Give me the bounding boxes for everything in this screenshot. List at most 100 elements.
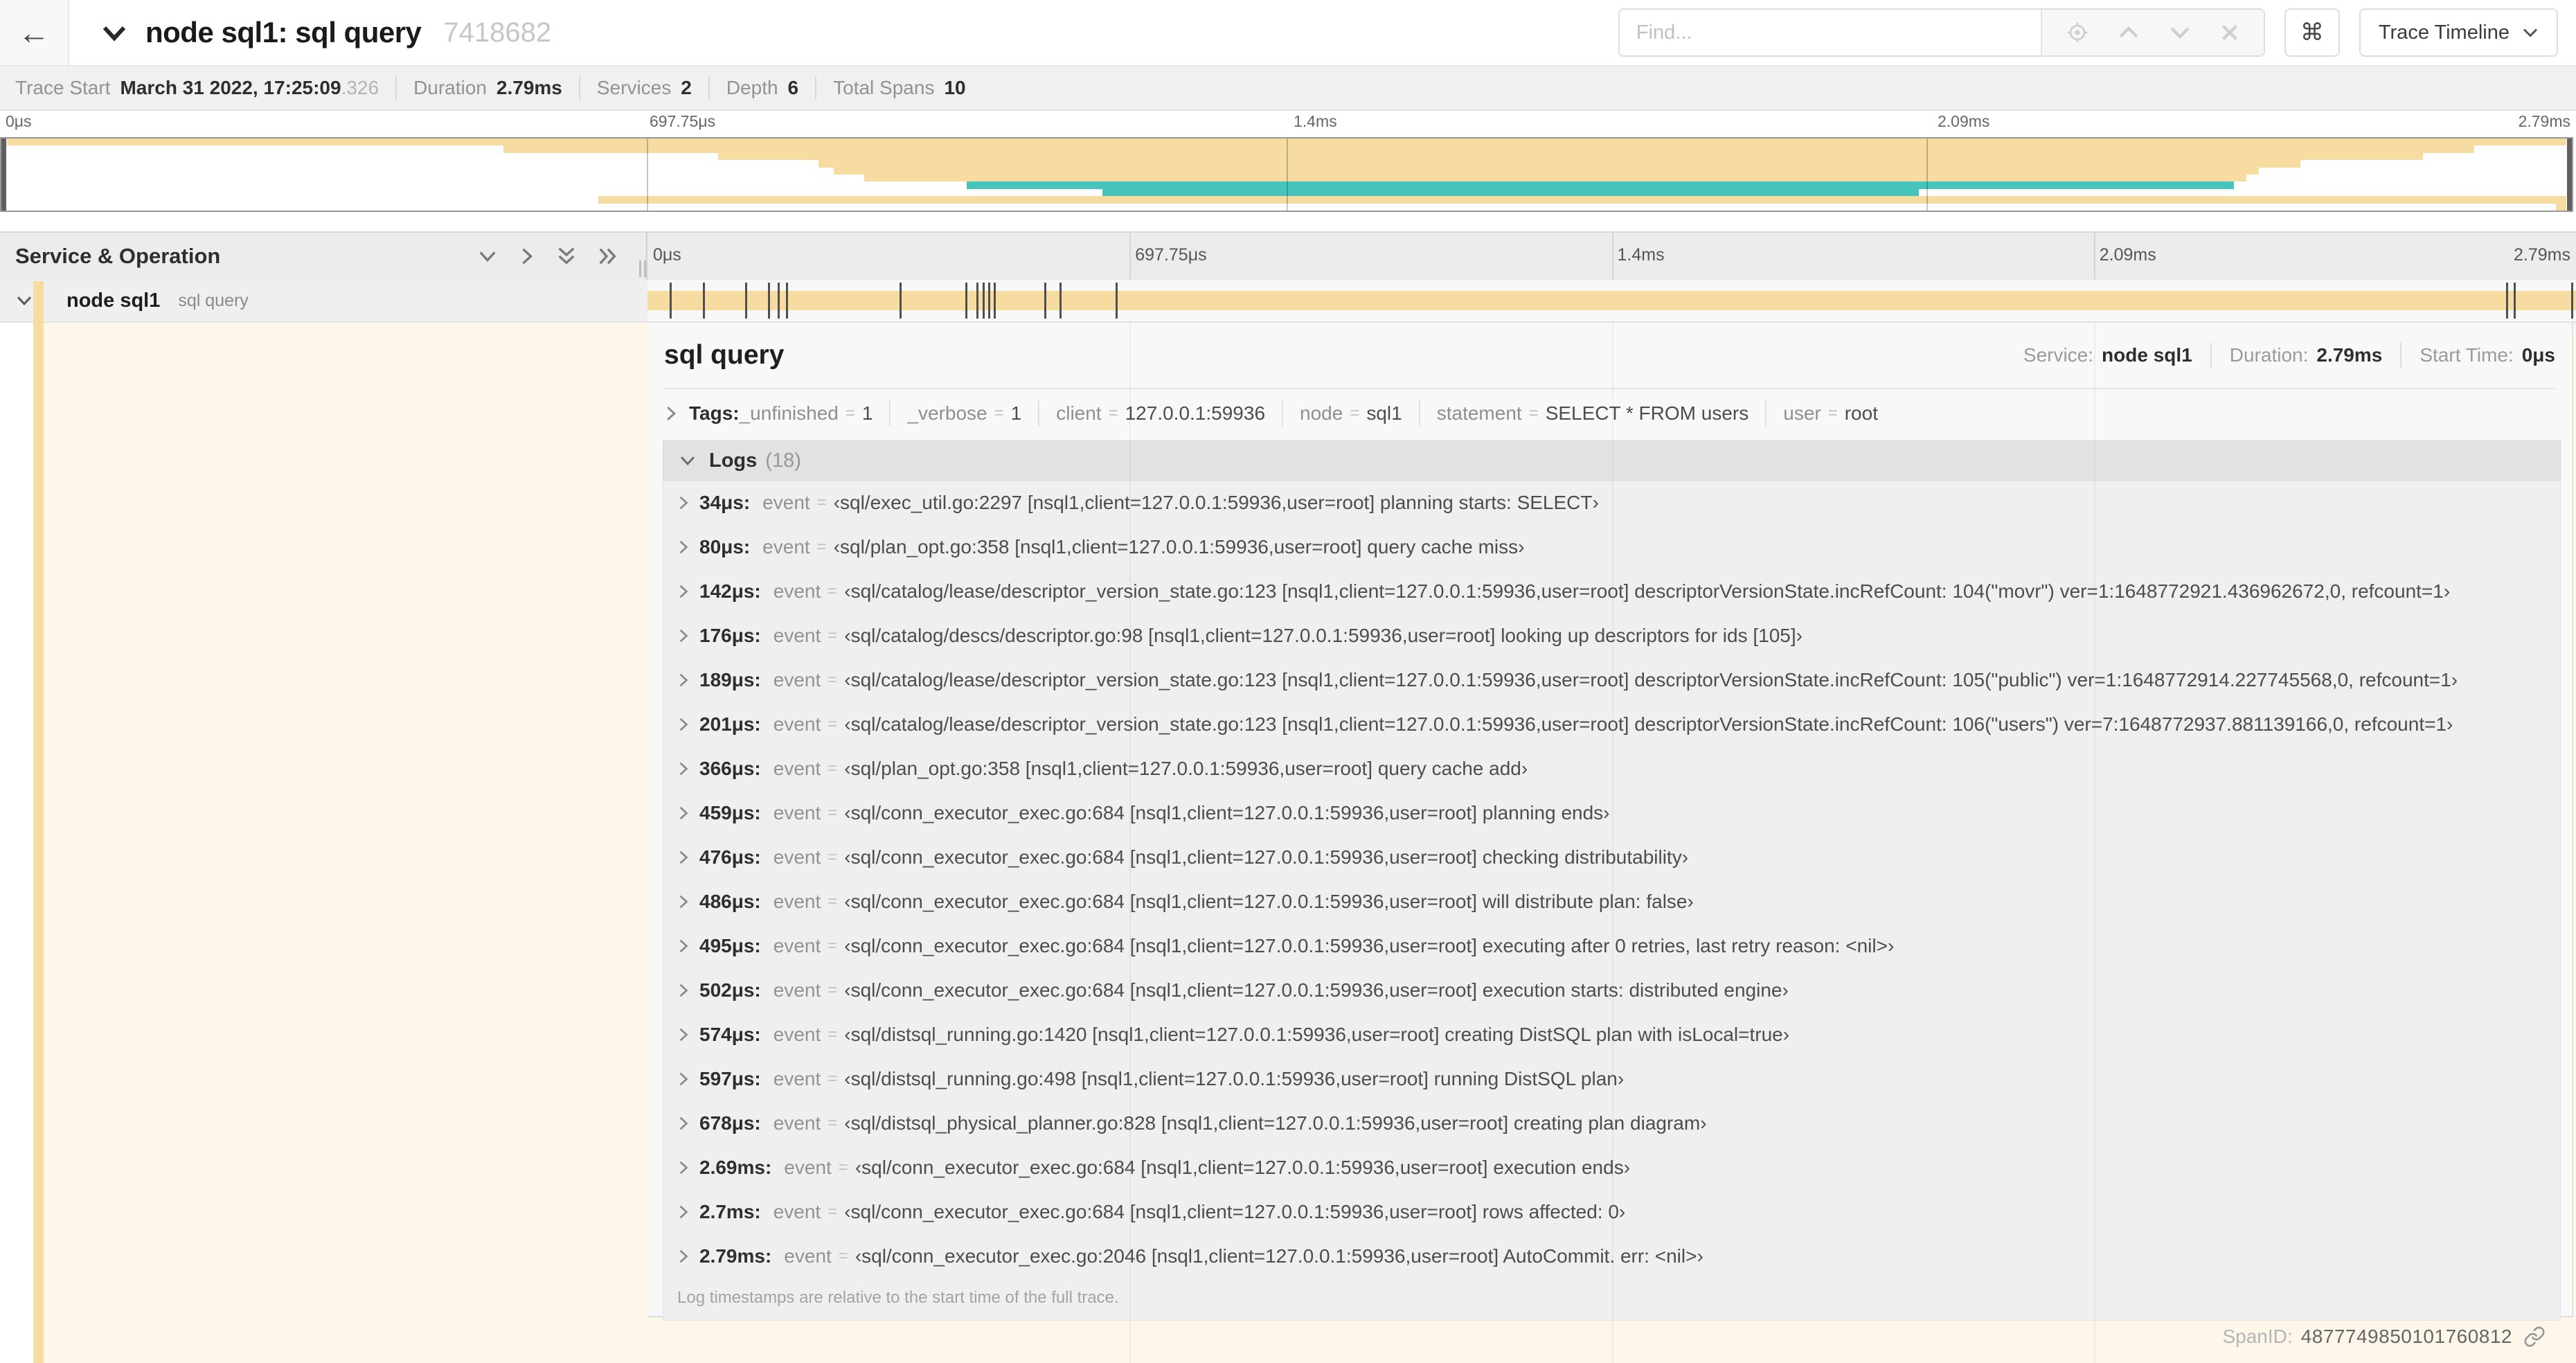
log-value: ‹sql/conn_executor_exec.go:684 [nsql1,cl… xyxy=(844,935,1895,956)
divider xyxy=(395,76,397,100)
link-icon[interactable] xyxy=(2523,1326,2546,1348)
find-icon-group xyxy=(2040,10,2264,55)
log-row[interactable]: 459μs: event = ‹sql/conn_executor_exec.go:6… xyxy=(663,791,2560,835)
chevron-down-icon xyxy=(2522,26,2539,39)
view-dropdown[interactable]: Trace Timeline xyxy=(2359,8,2558,57)
back-button[interactable]: ← xyxy=(0,0,69,65)
log-value: ‹sql/conn_executor_exec.go:684 [nsql1,cl… xyxy=(844,802,1610,823)
collapse-one-icon[interactable] xyxy=(477,248,498,265)
log-row[interactable]: 476μs: event = ‹sql/conn_executor_exec.go:6… xyxy=(663,835,2560,880)
chevron-right-icon xyxy=(677,539,690,555)
log-timestamp: 366μs: xyxy=(699,758,761,779)
log-row[interactable]: 189μs: event = ‹sql/catalog/lease/descripto… xyxy=(663,658,2560,702)
divider xyxy=(815,76,817,100)
log-row[interactable]: 2.79ms: event = ‹sql/conn_executor_exec.go:… xyxy=(663,1234,2560,1279)
log-field-name: event xyxy=(784,1157,832,1178)
chevron-right-icon xyxy=(677,938,690,954)
expand-all-icon[interactable] xyxy=(598,246,618,267)
log-row[interactable]: 2.7ms: event = ‹sql/conn_executor_exec.go:6… xyxy=(663,1190,2560,1234)
log-row[interactable]: 34μs: event = ‹sql/exec_util.go:2297 [nsql1… xyxy=(663,481,2560,525)
span-row-name-cell[interactable]: node sql1 sql query xyxy=(0,280,647,321)
gridline xyxy=(1287,139,1288,211)
chevron-right-icon xyxy=(677,495,690,511)
tag-item: _unfinished = 1 xyxy=(740,402,873,425)
timeline-minimap[interactable] xyxy=(0,137,2573,212)
equals-sign: = xyxy=(838,1158,848,1177)
summary-item-suffix: .326 xyxy=(341,77,379,98)
clear-icon[interactable] xyxy=(2219,22,2240,43)
chevron-right-icon xyxy=(677,716,690,733)
equals-sign: = xyxy=(994,404,1004,422)
log-row[interactable]: 201μs: event = ‹sql/catalog/lease/descripto… xyxy=(663,702,2560,747)
span-id-footer: SpanID: 4877749850101760812 xyxy=(2222,1326,2546,1348)
summary-item-value: 2 xyxy=(681,77,692,98)
chevron-down-icon[interactable] xyxy=(2168,24,2192,41)
jaeger-trace-page: ← node sql1: sql query 7418682 Find... ⌘… xyxy=(0,0,2576,1363)
chevron-right-icon xyxy=(677,849,690,866)
chevron-up-icon[interactable] xyxy=(2117,24,2140,41)
chevron-down-icon[interactable] xyxy=(101,23,127,42)
tags-section[interactable]: Tags: _unfinished = 1 _verbose = 1 client = 127.… xyxy=(647,389,2572,438)
log-row[interactable]: 80μs: event = ‹sql/plan_opt.go:358 [nsql1,c… xyxy=(663,525,2560,569)
log-row[interactable]: 486μs: event = ‹sql/conn_executor_exec.go:6… xyxy=(663,880,2560,924)
summary-item-value: 10 xyxy=(944,77,966,98)
log-field-name: event xyxy=(773,713,821,735)
log-field-name: event xyxy=(762,492,810,513)
find-input[interactable] xyxy=(1619,10,2041,55)
tick-label: 2.79ms xyxy=(2518,112,2570,130)
locate-icon[interactable] xyxy=(2066,21,2089,44)
equals-sign: = xyxy=(1528,404,1539,422)
tag-item: statement = SELECT * FROM users xyxy=(1437,402,1749,425)
equals-sign: = xyxy=(828,1069,838,1088)
chevron-right-icon xyxy=(677,583,690,600)
log-field-name: event xyxy=(773,580,821,602)
log-timestamp: 176μs: xyxy=(699,625,761,646)
span-service-name: node sql1 xyxy=(66,289,161,312)
trace-title-group[interactable]: node sql1: sql query 7418682 xyxy=(101,16,551,49)
log-row[interactable]: 366μs: event = ‹sql/plan_opt.go:358 [nsql1,… xyxy=(663,747,2560,791)
log-value: ‹sql/conn_executor_exec.go:684 [nsql1,cl… xyxy=(844,891,1694,912)
minimap-right-scrub-handle[interactable] xyxy=(2567,139,2572,211)
tag-value: 1 xyxy=(1010,402,1022,424)
equals-sign: = xyxy=(828,759,838,778)
log-row[interactable]: 502μs: event = ‹sql/conn_executor_exec.go:6… xyxy=(663,968,2560,1013)
log-timestamp: 2.69ms: xyxy=(699,1157,772,1178)
log-row[interactable]: 2.69ms: event = ‹sql/conn_executor_exec.go:… xyxy=(663,1146,2560,1190)
tag-key: client xyxy=(1056,402,1102,424)
tick-label: 2.09ms xyxy=(1938,112,1990,130)
log-row[interactable]: 574μs: event = ‹sql/distsql_running.go:1420… xyxy=(663,1013,2560,1057)
divider xyxy=(2400,343,2402,368)
stat-value: node sql1 xyxy=(2102,344,2192,366)
equals-sign: = xyxy=(828,803,838,822)
minimap-left-scrub-handle[interactable] xyxy=(1,139,6,211)
log-field-name: event xyxy=(784,1245,832,1267)
keyboard-shortcuts-button[interactable]: ⌘ xyxy=(2284,8,2340,57)
service-operation-column-header: Service & Operation xyxy=(0,233,647,280)
divider xyxy=(708,76,710,100)
equals-sign: = xyxy=(1827,404,1838,422)
tags-label: Tags: xyxy=(689,402,740,424)
log-row[interactable]: 678μs: event = ‹sql/distsql_physical_planne… xyxy=(663,1101,2560,1146)
expand-one-icon[interactable] xyxy=(519,246,535,267)
logs-header[interactable]: Logs (18) xyxy=(663,440,2561,481)
log-timestamp: 80μs: xyxy=(699,536,751,558)
log-field-name: event xyxy=(773,1024,821,1045)
span-detail-panel: sql query Service: node sql1 Duration: 2.79… xyxy=(647,323,2573,1321)
log-row[interactable]: 495μs: event = ‹sql/conn_executor_exec.go:6… xyxy=(663,924,2560,968)
column-resizer-grip[interactable] xyxy=(638,260,647,277)
chevron-right-icon xyxy=(677,1071,690,1087)
log-row[interactable]: 142μs: event = ‹sql/catalog/lease/descripto… xyxy=(663,569,2560,614)
log-field-name: event xyxy=(773,1068,821,1089)
chevron-right-icon xyxy=(677,982,690,999)
log-row[interactable]: 597μs: event = ‹sql/distsql_running.go:498 … xyxy=(663,1057,2560,1101)
log-timestamp: 459μs: xyxy=(699,802,761,823)
tag-item: user = root xyxy=(1783,402,1878,425)
collapse-all-icon[interactable] xyxy=(556,246,577,267)
span-row: node sql1 sql query xyxy=(0,280,2576,323)
span-row-timeline[interactable] xyxy=(647,280,2576,321)
log-row[interactable]: 176μs: event = ‹sql/catalog/descs/descripto… xyxy=(663,614,2560,658)
log-timestamp: 486μs: xyxy=(699,891,761,912)
log-timestamp: 476μs: xyxy=(699,846,761,868)
span-duration-bar[interactable] xyxy=(647,291,2576,310)
chevron-down-icon[interactable] xyxy=(15,294,33,308)
